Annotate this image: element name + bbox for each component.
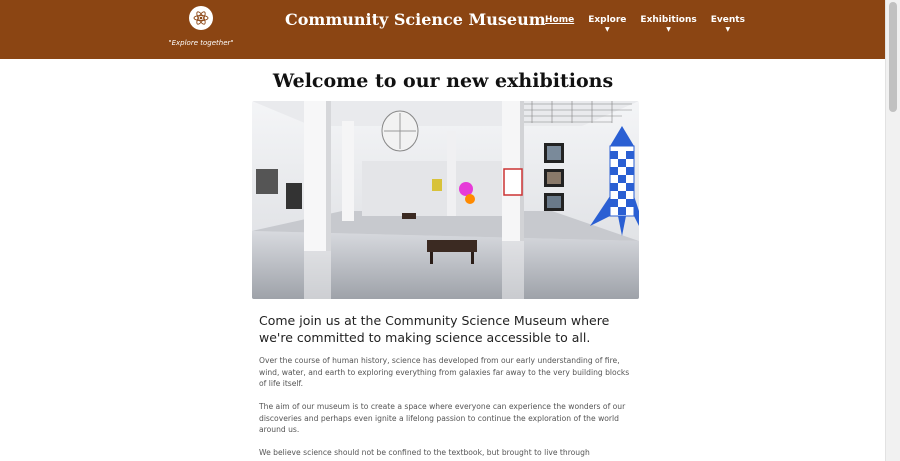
- chevron-down-icon: ▼: [666, 26, 671, 33]
- paragraph: We believe science should not be confine…: [259, 448, 590, 457]
- nav-events[interactable]: Events ▼: [711, 15, 745, 33]
- nav-explore[interactable]: Explore ▼: [588, 15, 626, 33]
- scrollbar[interactable]: [885, 0, 900, 461]
- nav-home[interactable]: Home: [545, 15, 574, 33]
- main-nav: Home Explore ▼ Exhibitions ▼ Events ▼: [545, 15, 759, 33]
- scrollbar-thumb[interactable]: [889, 2, 897, 112]
- nav-home-label: Home: [545, 15, 575, 25]
- nav-exhibitions-label: Exhibitions: [640, 15, 697, 25]
- page-title: Welcome to our new exhibitions: [272, 70, 614, 92]
- chevron-down-icon: ▼: [725, 26, 731, 33]
- paragraph: Over the course of human history, scienc…: [259, 356, 630, 388]
- nav-events-label: Events: [710, 15, 745, 25]
- site-header: "Explore together" Community Science Mus…: [0, 0, 886, 59]
- site-title[interactable]: Community Science Museum: [285, 10, 546, 29]
- chevron-down-icon: ▼: [605, 26, 610, 33]
- intro-text: Come join us at the Community Science Mu…: [259, 313, 610, 345]
- hero-image: [252, 101, 639, 299]
- nav-exhibitions[interactable]: Exhibitions ▼: [640, 15, 696, 33]
- logo[interactable]: "Explore together": [168, 6, 234, 47]
- tagline: "Explore together": [168, 39, 234, 47]
- nav-explore-label: Explore: [588, 15, 627, 25]
- paragraph: The aim of our museum is to create a spa…: [259, 402, 626, 434]
- atom-icon: [189, 6, 213, 30]
